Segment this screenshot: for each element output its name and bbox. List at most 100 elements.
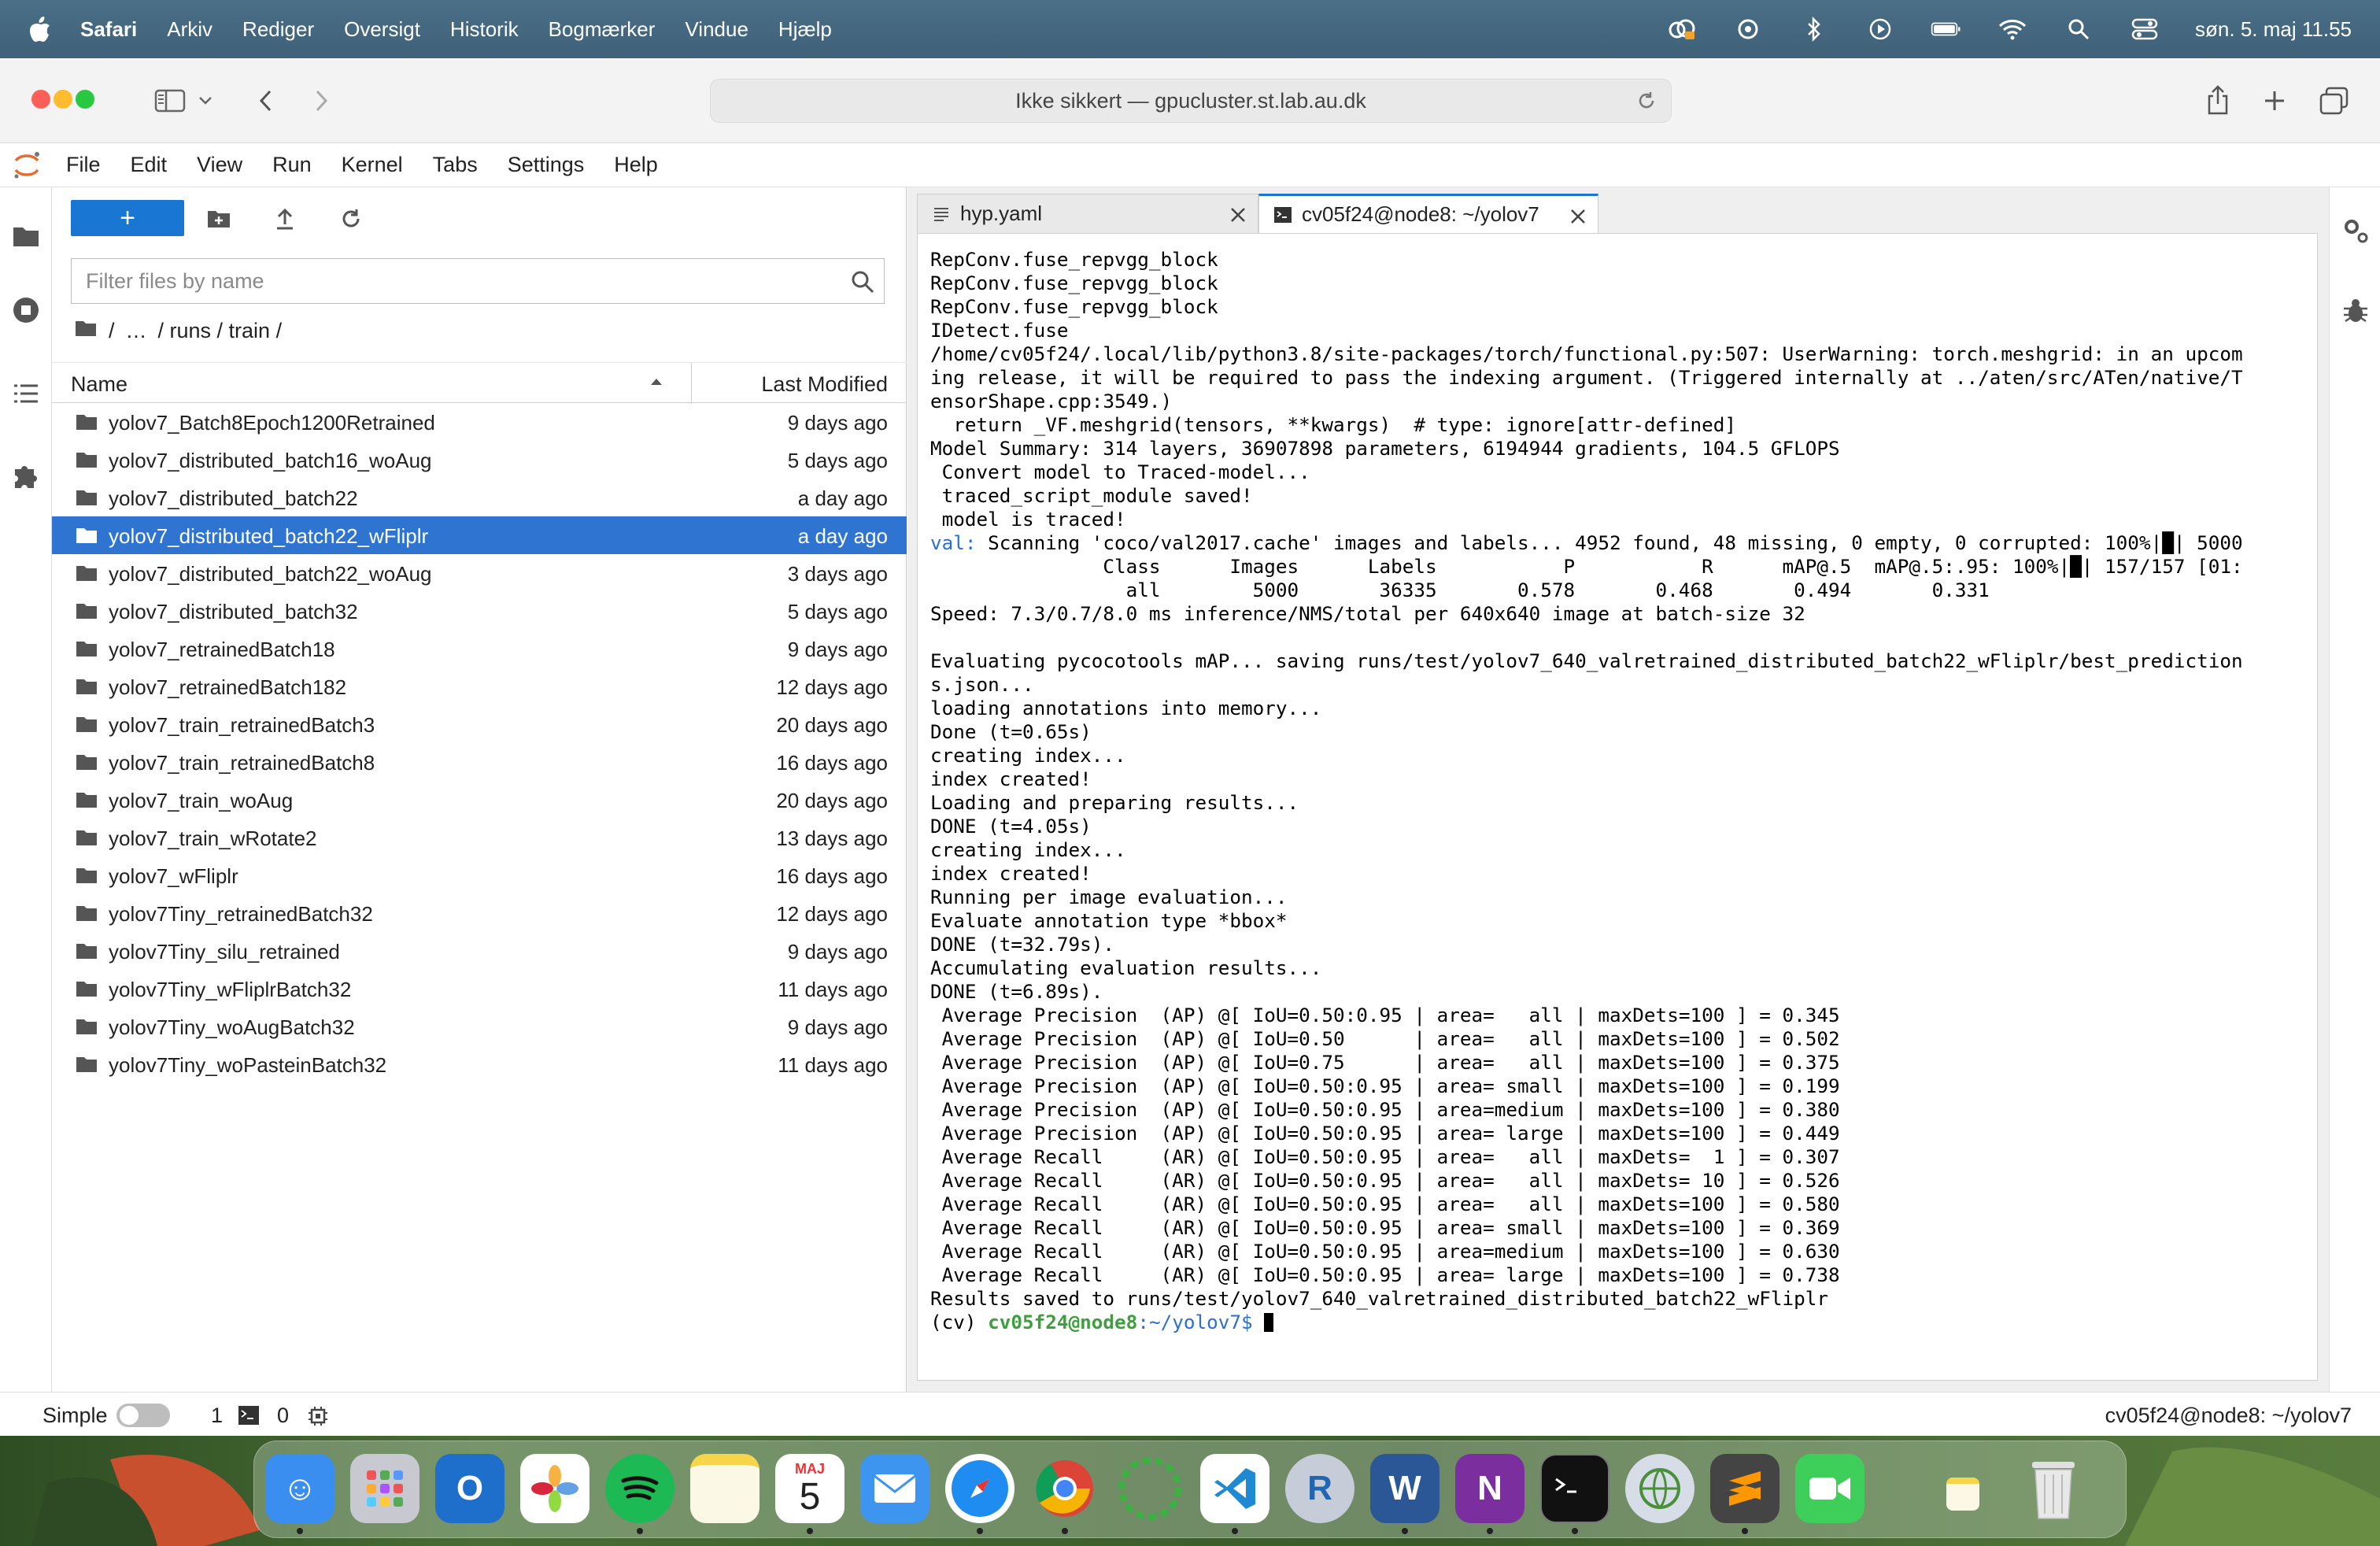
apple-icon[interactable]	[28, 15, 61, 43]
finder-icon[interactable]: ☺	[265, 1454, 334, 1523]
kernels-count[interactable]: 0	[277, 1404, 289, 1428]
terminals-count[interactable]: 1	[211, 1404, 223, 1428]
vpn-icon[interactable]	[1625, 1454, 1694, 1523]
running-kernels-icon[interactable]	[9, 293, 43, 327]
breadcrumb-root[interactable]: /	[109, 319, 115, 343]
property-inspector-gear-icon[interactable]	[2341, 216, 2371, 246]
safari-icon[interactable]	[945, 1454, 1014, 1523]
file-row[interactable]: yolov7Tiny_woAugBatch32 9 days ago	[52, 1008, 907, 1045]
close-tab-icon[interactable]	[1229, 205, 1247, 222]
file-row[interactable]: yolov7_distributed_batch22_woAug 3 days a…	[52, 554, 907, 592]
last-modified-column-header[interactable]: Last Modified	[761, 372, 888, 397]
filter-files-input[interactable]	[86, 268, 794, 294]
terminal-panel[interactable]: RepConv.fuse_repvgg_block RepConv.fuse_r…	[917, 233, 2318, 1381]
refresh-icon[interactable]	[335, 203, 367, 235]
calendar-icon[interactable]: MAJ 5	[775, 1454, 844, 1523]
menu-historik[interactable]: Historik	[450, 17, 519, 42]
notes-mini-icon[interactable]	[1946, 1478, 1979, 1511]
bug-status-icon[interactable]	[1732, 13, 1764, 45]
creative-cloud-icon[interactable]	[1666, 13, 1698, 45]
jmenu-kernel[interactable]: Kernel	[342, 153, 403, 177]
spotlight-search-icon[interactable]	[2063, 13, 2094, 45]
menubar-clock[interactable]: søn. 5. maj 11.55	[2195, 17, 2352, 42]
zoom-window-button[interactable]	[76, 90, 94, 109]
photos-icon[interactable]	[520, 1454, 589, 1523]
file-row[interactable]: yolov7_train_wRotate2 13 days ago	[52, 819, 907, 856]
breadcrumb-home-folder-icon[interactable]	[74, 319, 98, 343]
terminal-cursor[interactable]	[1264, 1313, 1274, 1332]
file-row[interactable]: yolov7_distributed_batch32 5 days ago	[52, 592, 907, 630]
filter-files-field[interactable]	[71, 258, 885, 304]
tab-overview-icon[interactable]	[2315, 82, 2353, 120]
jmenu-settings[interactable]: Settings	[508, 153, 585, 177]
file-row[interactable]: yolov7Tiny_silu_retrained 9 days ago	[52, 932, 907, 970]
simple-mode-toggle[interactable]	[116, 1404, 170, 1427]
file-row[interactable]: yolov7_train_retrainedBatch8 16 days ago	[52, 743, 907, 781]
forward-icon[interactable]	[302, 82, 340, 120]
file-row[interactable]: yolov7Tiny_woPasteinBatch32 11 days ago	[52, 1045, 907, 1083]
trash-icon[interactable]	[2019, 1454, 2088, 1523]
word-icon[interactable]: W	[1370, 1454, 1439, 1523]
notes-icon[interactable]	[690, 1454, 759, 1523]
back-icon[interactable]	[247, 82, 285, 120]
activity-icon[interactable]	[1115, 1454, 1184, 1523]
tab-hyp-yaml[interactable]: hyp.yaml	[917, 194, 1258, 233]
launchpad-icon[interactable]	[350, 1454, 419, 1523]
vscode-icon[interactable]	[1200, 1454, 1269, 1523]
onenote-icon[interactable]: N	[1455, 1454, 1524, 1523]
close-tab-icon[interactable]	[1569, 206, 1587, 224]
file-row[interactable]: yolov7_wFliplr 16 days ago	[52, 856, 907, 894]
file-row[interactable]: yolov7_distributed_batch22 a day ago	[52, 479, 907, 516]
table-of-contents-icon[interactable]	[9, 376, 43, 411]
sort-ascending-icon[interactable]	[649, 372, 664, 391]
file-row[interactable]: yolov7_retrainedBatch18 9 days ago	[52, 630, 907, 668]
file-row[interactable]: yolov7_retrainedBatch182 12 days ago	[52, 668, 907, 705]
file-row[interactable]: yolov7_train_retrainedBatch3 20 days ago	[52, 705, 907, 743]
file-row[interactable]: yolov7_distributed_batch16_woAug 5 days a…	[52, 441, 907, 479]
new-launcher-button[interactable]: +	[71, 200, 184, 236]
menu-rediger[interactable]: Rediger	[242, 17, 314, 42]
active-session-label[interactable]: cv05f24@node8: ~/yolov7	[2105, 1404, 2352, 1428]
reload-icon[interactable]	[1633, 87, 1660, 114]
file-row[interactable]: yolov7Tiny_wFliplrBatch32 11 days ago	[52, 970, 907, 1008]
name-column-header[interactable]: Name	[71, 372, 128, 397]
file-row[interactable]: yolov7_distributed_batch22_wFliplr a day …	[52, 516, 907, 554]
new-folder-icon[interactable]	[203, 203, 235, 235]
wifi-icon[interactable]	[1997, 13, 2028, 45]
breadcrumb-ellipsis[interactable]: …	[126, 319, 147, 343]
breadcrumb-path[interactable]: / runs / train /	[158, 319, 283, 343]
debugger-bug-icon[interactable]	[2341, 296, 2371, 326]
sidebar-toggle-icon[interactable]	[151, 82, 189, 120]
r-icon[interactable]: R	[1285, 1454, 1354, 1523]
jmenu-view[interactable]: View	[197, 153, 242, 177]
file-row[interactable]: yolov7_train_woAug 20 days ago	[52, 781, 907, 819]
chevron-down-icon[interactable]	[194, 82, 217, 120]
bluetooth-icon[interactable]	[1798, 13, 1830, 45]
menu-bogmaerker[interactable]: Bogmærker	[549, 17, 656, 42]
file-row[interactable]: yolov7_Batch8Epoch1200Retrained 9 days ag…	[52, 403, 907, 441]
terminal-icon[interactable]	[1540, 1454, 1609, 1523]
jmenu-run[interactable]: Run	[272, 153, 312, 177]
facetime-icon[interactable]	[1795, 1454, 1864, 1523]
control-center-icon[interactable]	[2129, 13, 2160, 45]
menu-hjaelp[interactable]: Hjælp	[778, 17, 832, 42]
mail-icon[interactable]	[860, 1454, 929, 1523]
column-divider[interactable]	[691, 363, 692, 404]
play-icon[interactable]	[1864, 13, 1896, 45]
folder-icon[interactable]	[9, 219, 43, 253]
jmenu-help[interactable]: Help	[614, 153, 658, 177]
jmenu-edit[interactable]: Edit	[131, 153, 168, 177]
menu-oversigt[interactable]: Oversigt	[344, 17, 420, 42]
tab-terminal[interactable]: cv05f24@node8: ~/yolov7	[1258, 194, 1598, 233]
close-window-button[interactable]	[31, 90, 50, 109]
sublime-icon[interactable]	[1710, 1454, 1779, 1523]
new-tab-icon[interactable]	[2256, 82, 2293, 120]
extension-puzzle-icon[interactable]	[9, 458, 43, 493]
battery-icon[interactable]	[1931, 13, 1962, 45]
share-icon[interactable]	[2199, 82, 2237, 120]
minimize-window-button[interactable]	[54, 90, 72, 109]
chrome-icon[interactable]	[1030, 1454, 1099, 1523]
menu-vindue[interactable]: Vindue	[685, 17, 748, 42]
upload-icon[interactable]	[269, 203, 301, 235]
file-row[interactable]: yolov7Tiny_retrainedBatch32 12 days ago	[52, 894, 907, 932]
